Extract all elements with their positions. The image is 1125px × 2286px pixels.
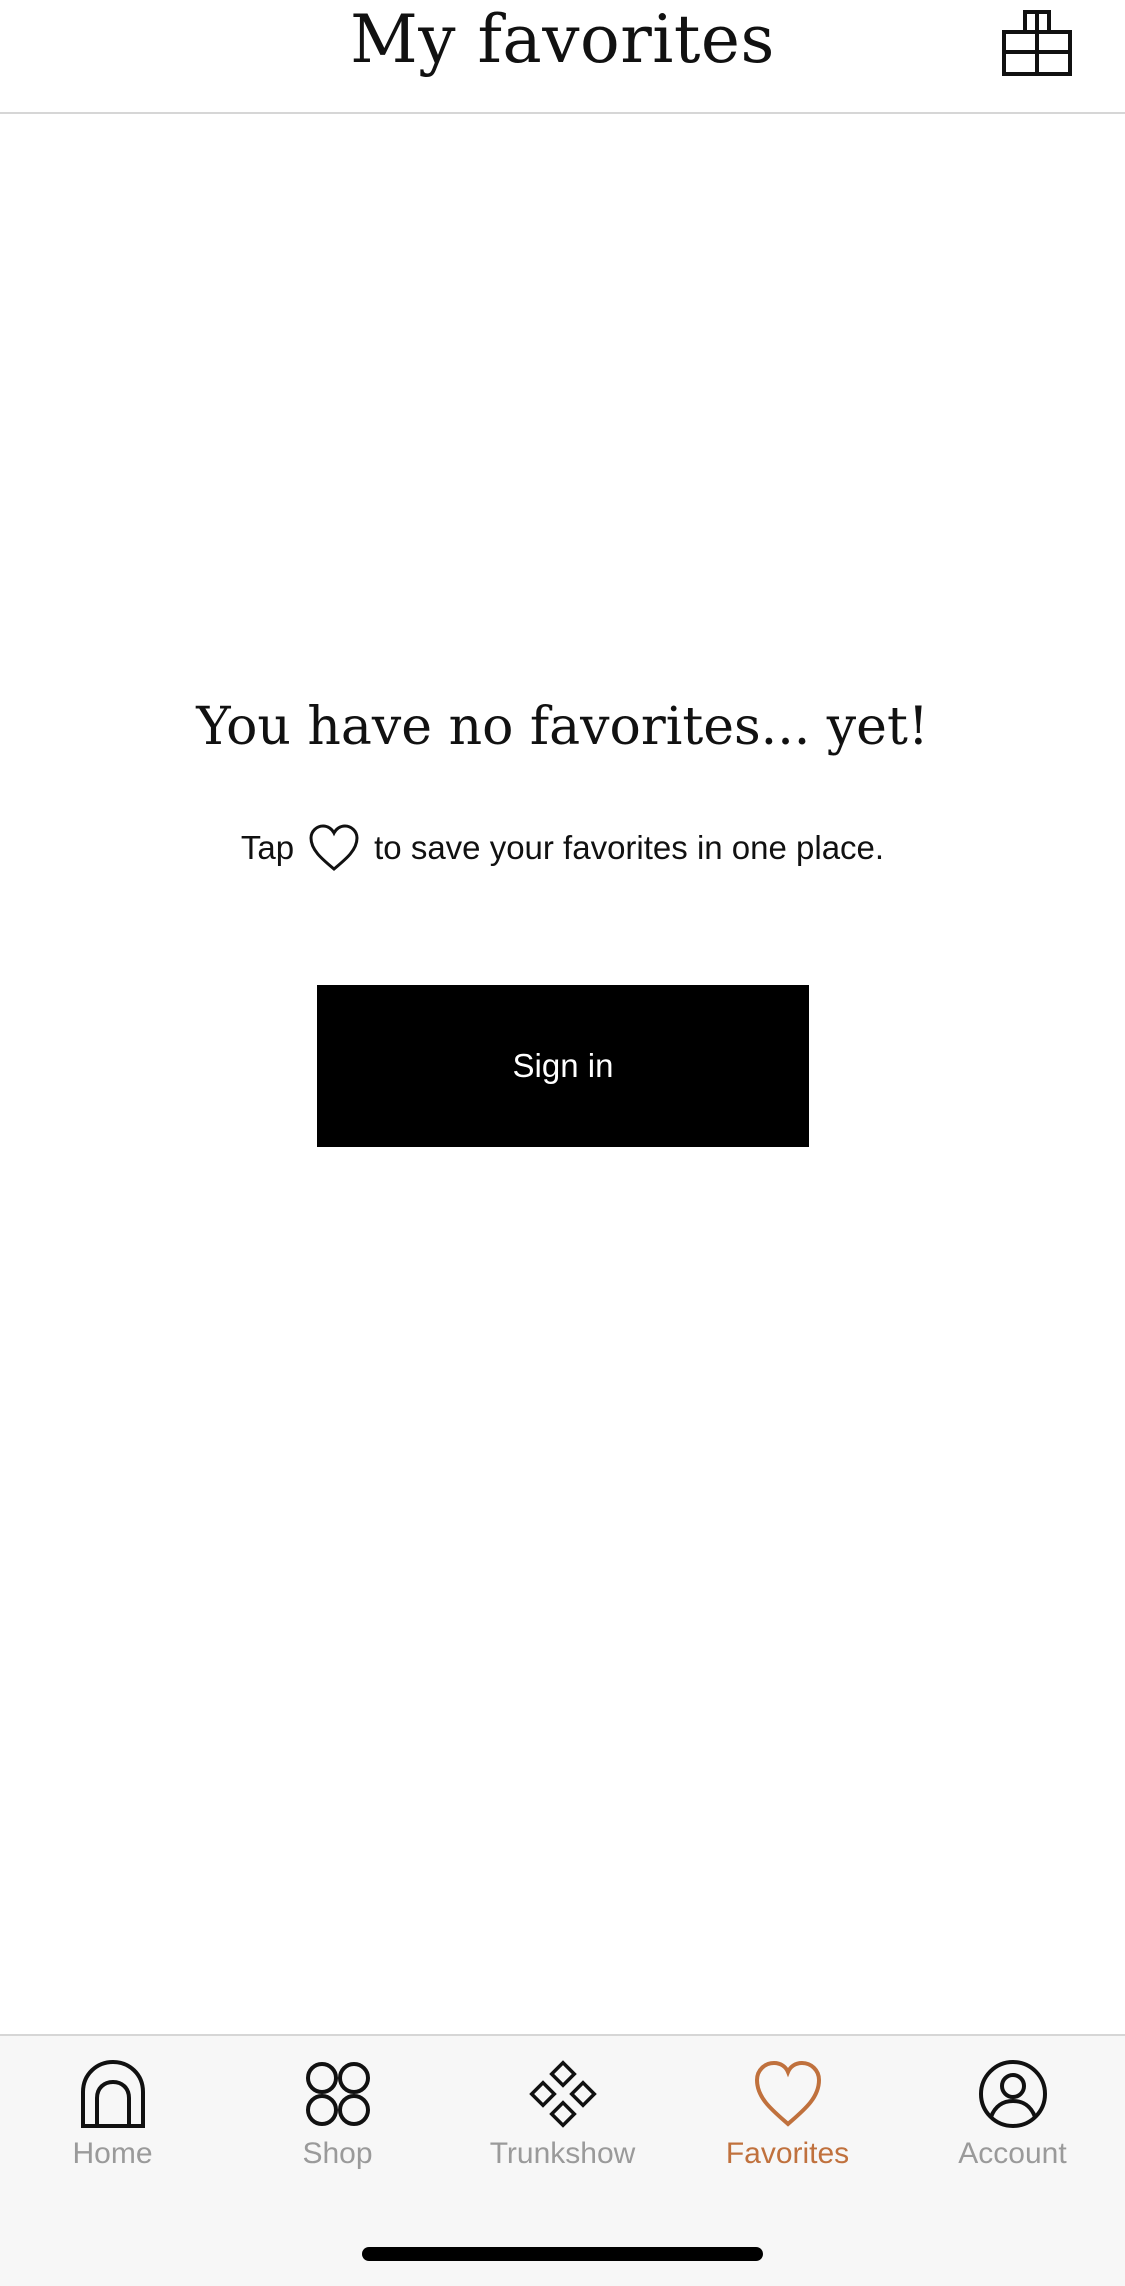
favorites-content: You have no favorites... yet! Tap to sav… <box>0 114 1125 2034</box>
home-indicator <box>362 2247 763 2261</box>
sign-in-button[interactable]: Sign in <box>317 985 809 1147</box>
tab-shop[interactable]: Shop <box>225 2058 450 2188</box>
tab-favorites[interactable]: Favorites <box>675 2058 900 2188</box>
shopping-bag-icon <box>1002 10 1072 76</box>
tab-trunkshow[interactable]: Trunkshow <box>450 2058 675 2188</box>
top-bar: My favorites <box>0 0 1125 114</box>
empty-state-title: You have no favorites... yet! <box>196 697 929 757</box>
tab-label-trunkshow: Trunkshow <box>489 2137 636 2170</box>
shopping-bag-button[interactable] <box>1001 4 1073 76</box>
tab-label-account: Account <box>958 2137 1067 2170</box>
diamond-icon <box>528 2060 597 2128</box>
tab-label-home: Home <box>72 2137 153 2170</box>
tab-home[interactable]: Home <box>0 2058 225 2188</box>
empty-state-hint: Tap to save your favorites in one place. <box>0 820 1125 876</box>
tab-label-shop: Shop <box>302 2137 373 2170</box>
tab-label-favorites: Favorites <box>725 2137 850 2170</box>
heart-icon <box>754 2060 821 2127</box>
home-icon <box>80 2059 145 2128</box>
heart-icon <box>309 824 359 871</box>
hint-text-before: Tap <box>240 829 295 866</box>
hint-text-after: to save your favorites in one place. <box>374 829 885 866</box>
account-icon <box>978 2060 1047 2128</box>
tab-account[interactable]: Account <box>900 2058 1125 2188</box>
page-title: My favorites <box>350 1 775 78</box>
grid-circles-icon <box>305 2062 370 2126</box>
